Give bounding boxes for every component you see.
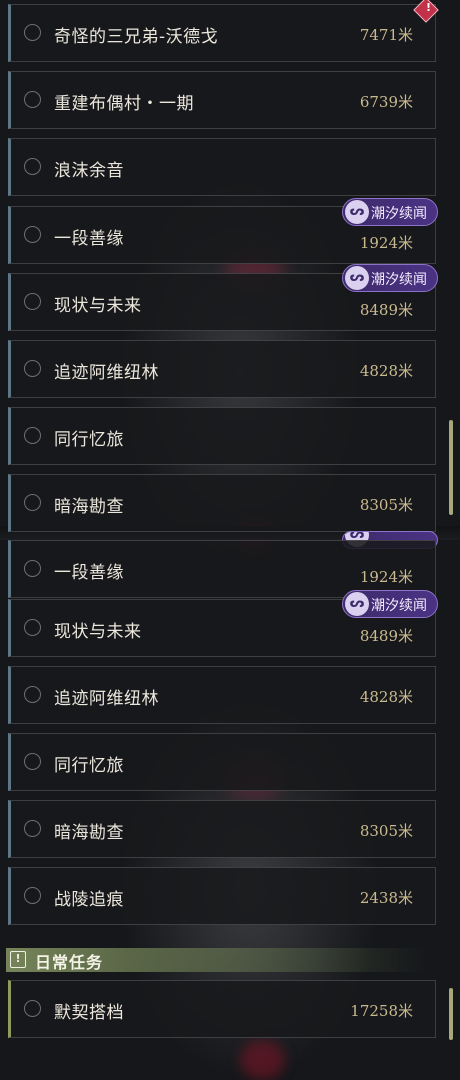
quest-title: 现状与未来 xyxy=(54,296,142,316)
track-radio-icon[interactable] xyxy=(24,427,41,444)
track-radio-icon[interactable] xyxy=(24,753,41,770)
quest-distance: 17258米 xyxy=(350,1002,413,1020)
tide-tag-badge: ᔕ 潮汐续闻 xyxy=(342,198,438,226)
quest-item[interactable]: 战陵追痕 2438米 xyxy=(8,867,436,925)
track-radio-icon[interactable] xyxy=(24,820,41,837)
tag-label: 潮汐续闻 xyxy=(371,272,427,288)
tag-label: 潮汐续闻 xyxy=(371,206,427,222)
quest-title: 重建布偶村・一期 xyxy=(54,94,194,114)
quest-title: 现状与未来 xyxy=(54,622,142,642)
quest-title: 同行忆旅 xyxy=(54,756,124,776)
track-radio-icon[interactable] xyxy=(24,293,41,310)
quest-item[interactable]: 暗海勘查 8305米 xyxy=(8,474,436,532)
tide-tag-badge: ᔕ 潮汐续闻 xyxy=(342,264,438,292)
daily-quests-header[interactable]: ! 日常任务 xyxy=(6,948,426,972)
section-title: 日常任务 xyxy=(35,953,104,972)
quest-title: 同行忆旅 xyxy=(54,430,124,450)
quest-title: 战陵追痕 xyxy=(54,890,124,910)
track-radio-icon[interactable] xyxy=(24,360,41,377)
track-radio-icon[interactable] xyxy=(24,619,41,636)
scrollbar-thumb[interactable] xyxy=(449,988,453,1040)
track-radio-icon[interactable] xyxy=(24,226,41,243)
tide-swirl-icon: ᔕ xyxy=(345,266,369,290)
quest-distance: 8305米 xyxy=(359,496,413,514)
quest-title: 暗海勘查 xyxy=(54,497,124,517)
track-radio-icon[interactable] xyxy=(24,1000,41,1017)
quest-item[interactable]: 重建布偶村・一期 6739米 xyxy=(8,71,436,129)
scrollbar-thumb[interactable] xyxy=(449,420,453,515)
quest-item[interactable]: 追迹阿维纽林 4828米 xyxy=(8,666,436,724)
track-radio-icon[interactable] xyxy=(24,560,41,577)
quest-title: 追迹阿维纽林 xyxy=(54,689,159,709)
quest-distance: 4828米 xyxy=(359,362,413,380)
quest-item[interactable]: 默契搭档 17258米 xyxy=(8,980,436,1038)
quest-title: 奇怪的三兄弟-沃德戈 xyxy=(54,27,219,47)
quest-item[interactable]: 同行忆旅 xyxy=(8,733,436,791)
quest-distance: 7471米 xyxy=(359,26,413,44)
quest-distance: 2438米 xyxy=(359,889,413,907)
quest-distance: 4828米 xyxy=(359,688,413,706)
track-radio-icon[interactable] xyxy=(24,494,41,511)
quest-item[interactable]: 奇怪的三兄弟-沃德戈 7471米 xyxy=(8,4,436,62)
quest-item[interactable]: 同行忆旅 xyxy=(8,407,436,465)
quest-item[interactable]: 浪沫余音 xyxy=(8,138,436,196)
quest-distance: 1924米 xyxy=(359,568,413,586)
quest-distance: 8489米 xyxy=(359,627,413,645)
quest-title: 默契搭档 xyxy=(54,1003,124,1023)
track-radio-icon[interactable] xyxy=(24,887,41,904)
quest-title: 浪沫余音 xyxy=(54,161,124,181)
tide-tag-badge: ᔕ 潮汐续闻 xyxy=(342,590,438,618)
quest-title: 一段善缘 xyxy=(54,229,124,249)
quest-distance: 1924米 xyxy=(359,234,413,252)
track-radio-icon[interactable] xyxy=(24,24,41,41)
track-radio-icon[interactable] xyxy=(24,91,41,108)
track-radio-icon[interactable] xyxy=(24,158,41,175)
tide-swirl-icon: ᔕ xyxy=(345,592,369,616)
quest-item[interactable]: 暗海勘查 8305米 xyxy=(8,800,436,858)
quest-distance: 8489米 xyxy=(359,301,413,319)
quest-distance: 6739米 xyxy=(359,93,413,111)
quest-title: 一段善缘 xyxy=(54,563,124,583)
tag-label: 潮汐续闻 xyxy=(371,598,427,614)
quest-item[interactable]: 追迹阿维纽林 4828米 xyxy=(8,340,436,398)
quest-distance: 8305米 xyxy=(359,822,413,840)
track-radio-icon[interactable] xyxy=(24,686,41,703)
quest-title: 暗海勘查 xyxy=(54,823,124,843)
quest-title: 追迹阿维纽林 xyxy=(54,363,159,383)
exclamation-box-icon: ! xyxy=(10,951,26,968)
tide-swirl-icon: ᔕ xyxy=(345,200,369,224)
